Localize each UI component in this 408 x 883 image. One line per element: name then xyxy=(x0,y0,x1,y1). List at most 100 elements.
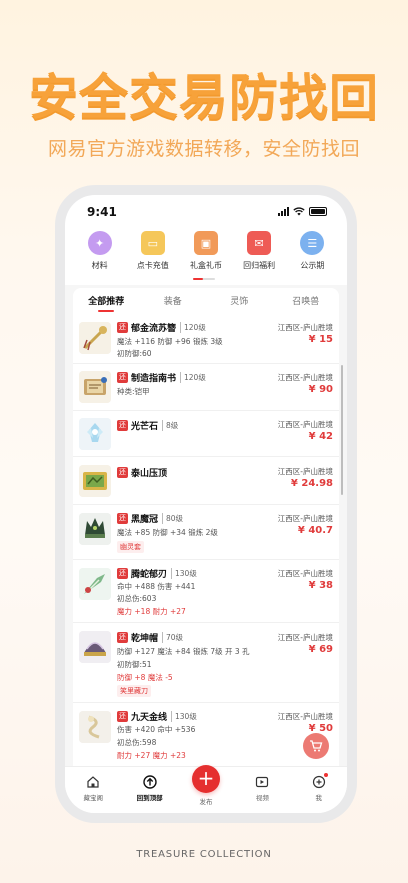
item-level: 120级 xyxy=(180,372,206,383)
item-server: 江西区-庐山胜境 xyxy=(277,323,333,332)
category-row: ✦ 材料 ▭ 点卡充值 ▣ 礼盒礼币 ✉ 回归福利 ☰ 公示期 xyxy=(65,231,347,281)
item-bonus-attr: 魔力 +18 耐力 +27 xyxy=(117,607,186,616)
item-name: 九天金线 xyxy=(131,713,168,723)
red-envelope-icon: ✉ xyxy=(247,231,272,255)
item-tag: 还 xyxy=(117,513,128,524)
category-label: 回归福利 xyxy=(243,261,276,270)
list-item[interactable]: 还乾坤帽 70级 防御 +127 魔法 +84 锻炼 7级 开 3 孔 初防御:5… xyxy=(73,623,339,703)
item-skill-chip: 笑里藏刀 xyxy=(117,685,151,697)
list-item[interactable]: 还黑魔冠 80级 魔法 +85 防御 +34 锻炼 2级 幽灵套 江西区-庐山胜境… xyxy=(73,505,339,560)
item-thumbnail xyxy=(79,465,111,497)
item-name: 黑魔冠 xyxy=(131,515,159,525)
list-item[interactable]: 还郁金流苏簪 120级 魔法 +116 防御 +96 锻炼 3级 初防御:60 江… xyxy=(73,316,339,364)
notice-icon: ☰ xyxy=(300,231,325,255)
item-tag: 还 xyxy=(117,372,128,383)
nav-video[interactable]: 视频 xyxy=(237,767,287,813)
card-icon: ▭ xyxy=(140,231,165,255)
category-notice-period[interactable]: ☰ 公示期 xyxy=(288,231,336,281)
item-thumbnail xyxy=(79,322,111,354)
item-price: ¥ 38 xyxy=(308,580,333,591)
gift-icon: ▣ xyxy=(193,231,218,255)
item-set-chip: 幽灵套 xyxy=(117,541,144,553)
category-scroll-indicator xyxy=(193,278,215,280)
item-price: ¥ 40.7 xyxy=(297,525,333,536)
signal-icon xyxy=(278,207,289,216)
category-materials[interactable]: ✦ 材料 xyxy=(76,231,124,281)
item-level: 80级 xyxy=(162,513,183,524)
item-name: 乾坤帽 xyxy=(131,634,159,644)
category-point-card[interactable]: ▭ 点卡充值 xyxy=(129,231,177,281)
item-attr: 魔法 +116 防御 +96 锻炼 3级 xyxy=(117,337,223,346)
item-attr: 初总伤:598 xyxy=(117,738,157,747)
item-thumbnail xyxy=(79,711,111,743)
item-price: ¥ 42 xyxy=(308,431,333,442)
category-label: 材料 xyxy=(91,261,108,270)
nav-publish[interactable]: + 发布 xyxy=(181,765,231,813)
item-thumbnail xyxy=(79,568,111,600)
item-level: 130级 xyxy=(171,568,197,579)
plus-icon[interactable]: + xyxy=(191,765,220,793)
item-thumbnail xyxy=(79,631,111,663)
battery-icon xyxy=(309,207,327,216)
item-price: ¥ 24.98 xyxy=(290,478,333,489)
item-list: 还郁金流苏簪 120级 魔法 +116 防御 +96 锻炼 3级 初防御:60 江… xyxy=(73,316,339,766)
tab-equipment[interactable]: 装备 xyxy=(140,288,207,316)
item-name: 郁金流苏簪 xyxy=(131,324,177,334)
item-attr: 初防御:51 xyxy=(117,660,152,669)
cart-button[interactable] xyxy=(303,733,329,759)
item-attr: 命中 +488 伤害 +441 xyxy=(117,582,196,591)
item-tag: 还 xyxy=(117,467,128,478)
item-level: 8级 xyxy=(162,420,178,431)
nav-label: 我 xyxy=(315,794,323,802)
back-to-top-icon xyxy=(142,775,157,789)
status-time: 9:41 xyxy=(87,205,117,219)
list-item[interactable]: 还腾蛇郁刃 130级 命中 +488 伤害 +441 初总伤:603 魔力 +18… xyxy=(73,560,339,623)
item-tag: 还 xyxy=(117,568,128,579)
item-tag: 还 xyxy=(117,420,128,431)
tab-accessories[interactable]: 灵饰 xyxy=(206,288,273,316)
item-server: 江西区-庐山胜境 xyxy=(277,420,333,429)
wifi-icon xyxy=(293,207,305,216)
category-return-benefits[interactable]: ✉ 回归福利 xyxy=(235,231,283,281)
item-thumbnail xyxy=(79,418,111,450)
tab-all-recommended[interactable]: 全部推荐 xyxy=(73,288,140,316)
nav-label: 藏宝阁 xyxy=(83,794,103,802)
list-item[interactable]: 还制造指南书 120级 种类:铠甲 江西区-庐山胜境 ¥ 90 xyxy=(73,364,339,411)
app-screen: 9:41 ✦ 材料 ▭ 点卡充值 ▣ 礼盒礼币 ✉ 回归福利 ☰ 公示期 全部推… xyxy=(65,195,347,813)
item-name: 腾蛇郁刃 xyxy=(131,570,168,580)
item-level: 130级 xyxy=(171,711,197,722)
nav-back-to-top[interactable]: 回到顶部 xyxy=(125,767,175,813)
nav-profile[interactable]: 我 xyxy=(294,767,344,813)
list-scrollbar[interactable] xyxy=(341,365,343,495)
home-icon xyxy=(87,776,99,788)
item-bonus-attr: 耐力 +27 魔力 +23 xyxy=(117,751,186,760)
item-server: 江西区-庐山胜境 xyxy=(277,712,333,721)
list-item[interactable]: 还光芒石 8级 江西区-庐山胜境 ¥ 42 xyxy=(73,411,339,457)
item-tag: 还 xyxy=(117,632,128,643)
item-server: 江西区-庐山胜境 xyxy=(277,373,333,382)
cart-icon xyxy=(310,740,323,752)
item-attr: 伤害 +420 命中 +536 xyxy=(117,725,196,734)
category-label: 公示期 xyxy=(300,261,325,270)
category-label: 礼盒礼币 xyxy=(189,261,222,270)
item-price: ¥ 15 xyxy=(308,334,333,345)
list-item[interactable]: 还泰山压顶 江西区-庐山胜境 ¥ 24.98 xyxy=(73,457,339,505)
item-server: 江西区-庐山胜境 xyxy=(277,633,333,642)
item-bonus-attr: 防御 +8 魔法 -5 xyxy=(117,673,173,682)
item-tag: 还 xyxy=(117,711,128,722)
status-bar: 9:41 xyxy=(65,195,347,227)
list-item[interactable]: 还九天金线 130级 伤害 +420 命中 +536 初总伤:598 耐力 +27… xyxy=(73,703,339,766)
item-level: 120级 xyxy=(180,322,206,333)
promo-headline: 安全交易防找回 xyxy=(28,69,379,126)
nav-home[interactable]: 藏宝阁 xyxy=(68,767,118,813)
tab-summons[interactable]: 召唤兽 xyxy=(273,288,340,316)
item-attr: 初防御:60 xyxy=(117,349,152,358)
nav-label: 发布 xyxy=(199,798,213,806)
item-price: ¥ 69 xyxy=(308,644,333,655)
item-attr: 种类:铠甲 xyxy=(117,387,150,396)
item-attr: 防御 +127 魔法 +84 锻炼 7级 开 3 孔 xyxy=(117,647,250,656)
category-gift-box[interactable]: ▣ 礼盒礼币 xyxy=(182,231,230,281)
item-name: 制造指南书 xyxy=(131,374,177,384)
item-name: 泰山压顶 xyxy=(131,469,168,479)
nav-label: 回到顶部 xyxy=(136,794,163,802)
